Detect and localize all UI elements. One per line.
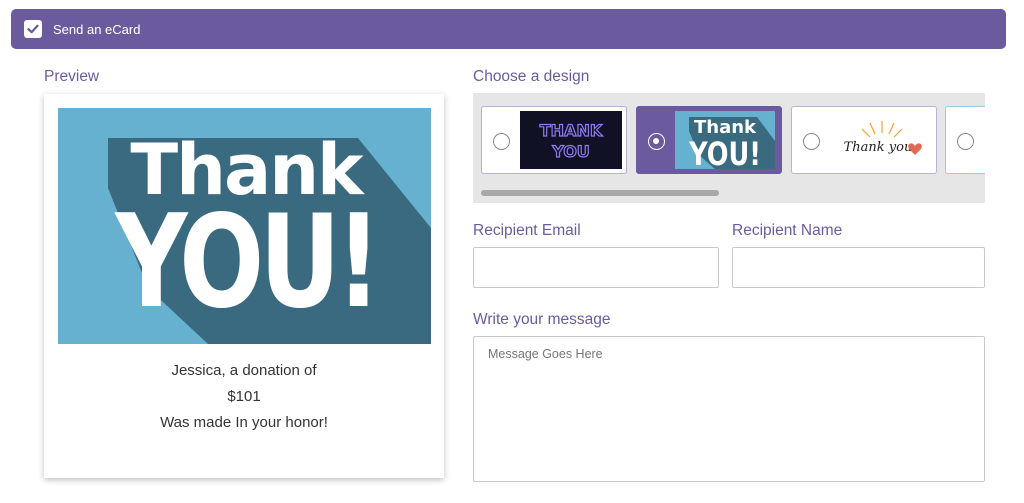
choose-design-heading: Choose a design bbox=[473, 68, 590, 85]
recipient-name-label: Recipient Name bbox=[732, 222, 843, 239]
design-radio[interactable] bbox=[493, 133, 510, 150]
neon-thank-text: THANK bbox=[540, 121, 603, 140]
bold-you-text: YOU! bbox=[688, 135, 761, 169]
carousel-scrollbar[interactable] bbox=[481, 190, 719, 196]
preview-message-line1: Jessica, a donation of bbox=[171, 362, 317, 379]
design-thumbnail-bold: Thank YOU! bbox=[675, 111, 775, 169]
neon-you-text: YOU bbox=[551, 142, 590, 161]
preview-message-amount: $101 bbox=[227, 388, 261, 405]
preview-image: Thank YOU! bbox=[58, 108, 431, 344]
design-option-neon[interactable]: THANK YOU bbox=[481, 106, 627, 174]
checkmark-icon bbox=[27, 24, 39, 34]
design-thumbnail-script: Thank you bbox=[830, 111, 932, 169]
script-thank-you-text: Thank you bbox=[844, 140, 913, 155]
preview-card: Thank YOU! Jessica, a donation of $101 W… bbox=[44, 94, 444, 478]
preview-heading: Preview bbox=[44, 68, 100, 85]
send-ecard-checkbox[interactable] bbox=[24, 20, 42, 38]
recipient-name-input[interactable] bbox=[732, 247, 985, 288]
design-carousel[interactable]: THANK YOU Thank YOU! Thank you bbox=[473, 93, 985, 203]
recipient-email-label: Recipient Email bbox=[473, 222, 581, 239]
message-label: Write your message bbox=[473, 311, 611, 328]
design-thumbnail-neon: THANK YOU bbox=[520, 111, 622, 169]
preview-message-line3: Was made In your honor! bbox=[160, 414, 328, 431]
send-ecard-bar[interactable]: Send an eCard bbox=[11, 9, 1006, 49]
design-option-4[interactable] bbox=[945, 106, 985, 174]
thank-you-artwork: Thank YOU! bbox=[58, 108, 431, 344]
recipient-email-input[interactable] bbox=[473, 247, 719, 288]
message-textarea[interactable] bbox=[473, 336, 985, 482]
send-ecard-label: Send an eCard bbox=[53, 21, 141, 37]
preview-image-line2: YOU! bbox=[114, 188, 377, 337]
design-radio[interactable] bbox=[803, 133, 820, 150]
design-option-bold[interactable]: Thank YOU! bbox=[636, 106, 782, 174]
design-radio-selected[interactable] bbox=[648, 133, 665, 150]
design-radio[interactable] bbox=[957, 133, 974, 150]
design-option-script[interactable]: Thank you bbox=[791, 106, 937, 174]
